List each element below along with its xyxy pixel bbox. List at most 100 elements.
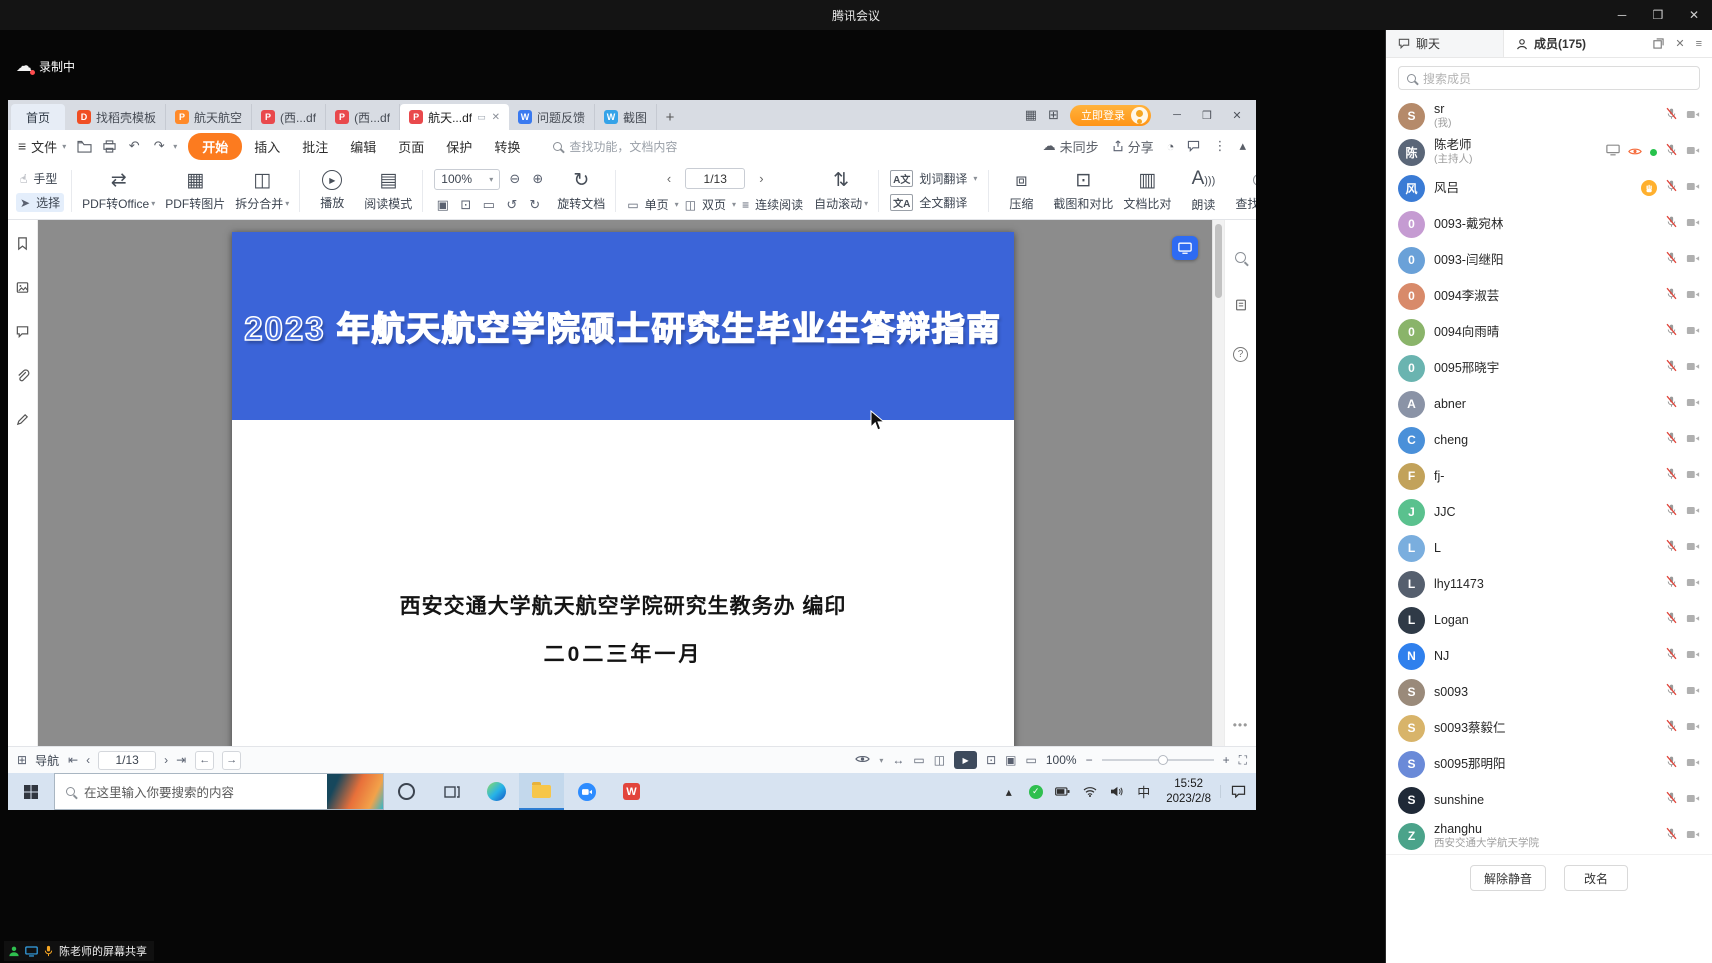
full-width-icon[interactable]: ▭ bbox=[1026, 753, 1037, 767]
actual-size-icon[interactable]: ▭ bbox=[480, 197, 497, 213]
prev-page-icon[interactable]: ‹ bbox=[86, 753, 90, 767]
fit-width-icon[interactable]: ↔ bbox=[892, 753, 904, 767]
pdf-to-image-button[interactable]: ▦ PDF转图片 bbox=[160, 170, 230, 212]
member-row[interactable]: S sunshine bbox=[1386, 782, 1712, 818]
wps-minimize-button[interactable]: ─ bbox=[1162, 109, 1192, 122]
next-view-icon[interactable]: → bbox=[222, 751, 241, 770]
auto-scroll-button[interactable]: ⇅ 自动滚动▾ bbox=[809, 170, 873, 212]
close-button[interactable]: ✕ bbox=[1676, 0, 1712, 30]
member-row[interactable]: L L bbox=[1386, 530, 1712, 566]
clock[interactable]: 15:52 2023/2/8 bbox=[1157, 777, 1220, 807]
read-mode-button[interactable]: ▤ 阅读模式 bbox=[359, 170, 417, 212]
tab-close-icon[interactable]: ✕ bbox=[492, 112, 500, 123]
member-row[interactable]: 风 风吕 bbox=[1386, 170, 1712, 206]
member-row[interactable]: 0 0095邢晓宇 bbox=[1386, 350, 1712, 386]
doc-search-icon[interactable] bbox=[1235, 250, 1246, 268]
member-row[interactable]: 0 0094向雨晴 bbox=[1386, 314, 1712, 350]
member-row[interactable]: C cheng bbox=[1386, 422, 1712, 458]
edge-button[interactable] bbox=[474, 773, 519, 810]
word-translate-button[interactable]: A文划词翻译▾ bbox=[890, 170, 977, 187]
undo-icon[interactable]: ↶ bbox=[123, 138, 145, 154]
tab-chat[interactable]: 聊天 bbox=[1386, 30, 1504, 57]
wps-tab[interactable]: W 截图 bbox=[595, 104, 657, 130]
statusbar-page-indicator[interactable]: 1/13 bbox=[98, 751, 156, 770]
single-page-icon[interactable]: ▭ bbox=[913, 753, 924, 767]
notes-icon[interactable] bbox=[1234, 298, 1248, 317]
zoom-out-icon[interactable]: ⊖ bbox=[506, 171, 523, 187]
member-row[interactable]: S s0093 bbox=[1386, 674, 1712, 710]
meeting-app-button[interactable] bbox=[564, 773, 609, 810]
share-button[interactable]: 分享 bbox=[1112, 137, 1154, 156]
compress-button[interactable]: ⧈ 压缩 bbox=[994, 170, 1048, 212]
thumbnail-icon[interactable] bbox=[15, 280, 30, 300]
wps-close-button[interactable]: ✕ bbox=[1222, 109, 1252, 122]
meeting-share-badge[interactable] bbox=[1172, 236, 1198, 260]
member-row[interactable]: L Logan bbox=[1386, 602, 1712, 638]
doc-compare-button[interactable]: ▥ 文档比对 bbox=[1118, 170, 1176, 212]
find-replace-button[interactable]: 查找替换 bbox=[1230, 170, 1256, 212]
pdf-to-office-button[interactable]: ⇄ PDF转Office▾ bbox=[77, 170, 160, 212]
member-row[interactable]: A abner bbox=[1386, 386, 1712, 422]
tab-list-icon[interactable]: ▦ bbox=[1025, 107, 1037, 123]
taskbar-search[interactable]: 在这里输入你要搜索的内容 bbox=[54, 773, 384, 810]
wps-tab[interactable]: 首页 bbox=[11, 104, 65, 130]
wps-app-button[interactable]: W bbox=[609, 773, 654, 810]
redo-icon[interactable]: ↷ bbox=[148, 138, 170, 154]
action-center-button[interactable] bbox=[1220, 785, 1256, 798]
bookmark-icon[interactable] bbox=[15, 236, 30, 256]
battery-icon[interactable] bbox=[1049, 787, 1076, 796]
wps-tab[interactable]: P 航天航空 bbox=[166, 104, 252, 130]
zoom-select[interactable]: 100%▾ bbox=[434, 169, 500, 190]
scrollbar-thumb[interactable] bbox=[1215, 224, 1222, 298]
menu-item-编辑[interactable]: 编辑 bbox=[340, 134, 386, 159]
next-page-icon[interactable]: › bbox=[164, 753, 168, 767]
workspace-icon[interactable]: ⊞ bbox=[1048, 107, 1059, 123]
member-row[interactable]: S s0093蔡毅仁 bbox=[1386, 710, 1712, 746]
rotate-doc-button[interactable]: ↻ 旋转文档 bbox=[552, 170, 610, 212]
fit-page-icon[interactable]: ▣ bbox=[1005, 753, 1016, 767]
zoom-slider[interactable] bbox=[1102, 759, 1214, 761]
unmute-button[interactable]: 解除静音 bbox=[1470, 865, 1546, 891]
prev-view-icon[interactable]: ← bbox=[195, 751, 214, 770]
more-kebab-icon[interactable]: ⋮ bbox=[1213, 138, 1226, 154]
start-button[interactable] bbox=[8, 773, 54, 810]
read-aloud-button[interactable]: A))) 朗读 bbox=[1176, 168, 1230, 213]
maximize-button[interactable]: ❒ bbox=[1640, 0, 1676, 30]
select-tool-button[interactable]: ➤选择 bbox=[16, 193, 64, 212]
wps-maximize-button[interactable]: ❒ bbox=[1192, 109, 1222, 122]
member-list[interactable]: S sr (我) 陈 陈老师 (主持人) bbox=[1386, 98, 1712, 854]
wps-tab[interactable]: D 找稻壳模板 bbox=[68, 104, 166, 130]
full-translate-button[interactable]: 文A全文翻译 bbox=[890, 194, 977, 211]
quick-toolbar-caret-icon[interactable]: ▾ bbox=[173, 142, 177, 151]
open-file-button[interactable] bbox=[73, 140, 95, 153]
help-icon[interactable]: ? bbox=[1233, 347, 1248, 362]
menu-item-保护[interactable]: 保护 bbox=[436, 134, 482, 159]
menu-item-转换[interactable]: 转换 bbox=[484, 134, 530, 159]
vertical-scrollbar[interactable] bbox=[1212, 220, 1224, 746]
login-button[interactable]: 立即登录 bbox=[1070, 105, 1151, 126]
file-menu[interactable]: ≡ 文件 ▾ bbox=[18, 137, 66, 156]
member-row[interactable]: 0 0093-戴宛林 bbox=[1386, 206, 1712, 242]
zoom-out-icon[interactable]: − bbox=[1086, 753, 1093, 767]
menu-item-开始[interactable]: 开始 bbox=[188, 133, 242, 160]
file-explorer-button[interactable] bbox=[519, 773, 564, 810]
hand-tool-button[interactable]: ☝手型 bbox=[20, 170, 60, 187]
member-row[interactable]: N NJ bbox=[1386, 638, 1712, 674]
menu-item-页面[interactable]: 页面 bbox=[388, 134, 434, 159]
member-row[interactable]: 0 0093-闫继阳 bbox=[1386, 242, 1712, 278]
ime-indicator[interactable]: 中 bbox=[1130, 782, 1157, 801]
zoom-in-icon[interactable]: + bbox=[1223, 753, 1230, 767]
theme-icon[interactable]: ◔ bbox=[1167, 139, 1175, 154]
rotate-left-icon[interactable]: ↺ bbox=[503, 197, 520, 213]
rail-more-icon[interactable]: ••• bbox=[1233, 718, 1249, 732]
menu-item-插入[interactable]: 插入 bbox=[244, 134, 290, 159]
minimize-button[interactable]: ─ bbox=[1604, 0, 1640, 30]
member-row[interactable]: F fj- bbox=[1386, 458, 1712, 494]
page-indicator[interactable]: 1/13 bbox=[685, 168, 745, 189]
prev-page-icon[interactable]: ‹ bbox=[659, 171, 679, 186]
next-page-icon[interactable]: › bbox=[751, 171, 771, 186]
split-merge-button[interactable]: ◫ 拆分合并▾ bbox=[230, 170, 294, 212]
member-row[interactable]: S sr (我) bbox=[1386, 98, 1712, 134]
double-page-icon[interactable]: ◫ bbox=[934, 753, 945, 767]
single-page-button[interactable]: 单页 bbox=[645, 196, 669, 213]
